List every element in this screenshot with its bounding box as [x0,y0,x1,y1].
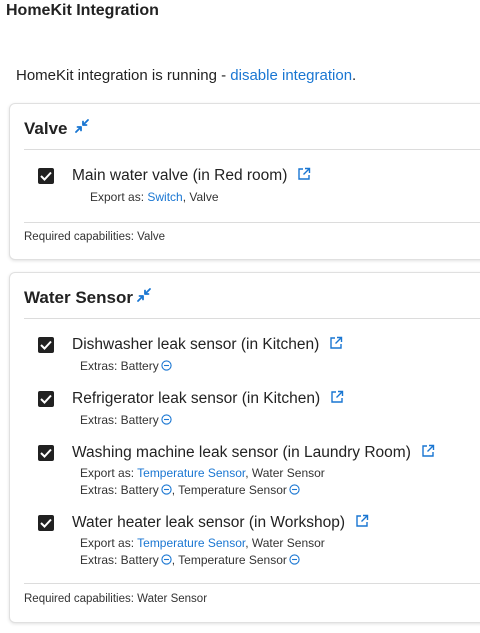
device-checkbox[interactable] [38,515,54,531]
device-item: Washing machine leak sensor (in Laundry … [38,444,478,498]
device-checkbox[interactable] [38,168,54,184]
check-icon [40,448,52,458]
external-link-icon[interactable] [355,514,369,528]
minus-circle-icon[interactable] [161,360,172,371]
device-name: Main water valve (in Red room) [72,167,288,184]
extras-label: Extras: Battery [80,359,159,373]
minus-circle-icon[interactable] [289,484,300,495]
required-capabilities: Required capabilities: Water Sensor [24,593,208,605]
collapse-arrows-icon[interactable] [74,118,90,134]
page-title: HomeKit Integration [6,2,159,19]
required-capabilities: Required capabilities: Valve [24,231,166,243]
export-as-row: Export as: Switch, Valve [90,190,219,204]
external-link-icon[interactable] [330,390,344,404]
extras-second: , Temperature Sensor [171,483,287,497]
device-item: Refrigerator leak sensor (in Kitchen) Ex… [38,390,478,427]
export-type-link[interactable]: Switch [147,190,182,204]
card-title-water-sensor: Water Sensor [24,288,133,307]
export-label: Export as: [90,190,148,204]
device-checkbox[interactable] [38,445,54,461]
collapse-arrows-icon[interactable] [136,287,152,303]
minus-circle-icon[interactable] [161,554,172,565]
device-item: Water heater leak sensor (in Workshop) E… [38,514,478,568]
divider [24,222,480,223]
valve-card: Valve Main water valve (in Red room) Exp… [9,103,480,260]
device-name: Water heater leak sensor (in Workshop) [72,514,346,531]
device-checkbox[interactable] [38,391,54,407]
integration-status: HomeKit integration is running - disable… [16,67,356,84]
minus-circle-icon[interactable] [161,414,172,425]
status-suffix: . [352,67,357,84]
divider [24,318,480,319]
export-as-row: Export as: Temperature Sensor, Water Sen… [80,466,325,480]
minus-circle-icon[interactable] [161,484,172,495]
device-name-row: Refrigerator leak sensor (in Kitchen) [72,390,344,408]
extras-label: Extras: Battery [80,483,159,497]
water-sensor-card: Water Sensor Dishwasher leak sensor (in … [9,272,480,623]
device-name: Refrigerator leak sensor (in Kitchen) [72,390,321,407]
device-name: Dishwasher leak sensor (in Kitchen) [72,336,320,353]
extras-row: Extras: Battery [80,413,172,427]
check-icon [40,394,52,404]
extras-label: Extras: Battery [80,553,159,567]
export-rest: , Valve [182,190,219,204]
device-name-row: Main water valve (in Red room) [72,167,311,185]
extras-row: Extras: Battery , Temperature Sensor [80,553,300,567]
export-as-row: Export as: Temperature Sensor, Water Sen… [80,536,325,550]
device-item: Main water valve (in Red room) Export as… [38,167,478,207]
export-label: Export as: [80,466,138,480]
export-type-link[interactable]: Temperature Sensor [137,466,245,480]
minus-circle-icon[interactable] [289,554,300,565]
external-link-icon[interactable] [297,167,311,181]
status-text: HomeKit integration is running - [16,67,231,84]
device-item: Dishwasher leak sensor (in Kitchen) Extr… [38,336,478,373]
export-rest: , Water Sensor [245,466,325,480]
device-name: Washing machine leak sensor (in Laundry … [72,444,411,461]
check-icon [40,340,52,350]
device-name-row: Dishwasher leak sensor (in Kitchen) [72,336,343,354]
extras-label: Extras: Battery [80,413,159,427]
extras-row: Extras: Battery , Temperature Sensor [80,483,300,497]
divider [24,149,480,150]
export-type-link[interactable]: Temperature Sensor [137,536,245,550]
export-label: Export as: [80,536,138,550]
external-link-icon[interactable] [329,336,343,350]
device-name-row: Water heater leak sensor (in Workshop) [72,514,369,532]
export-rest: , Water Sensor [245,536,325,550]
extras-row: Extras: Battery [80,359,172,373]
card-title-valve: Valve [24,119,68,138]
check-icon [40,518,52,528]
check-icon [40,171,52,181]
disable-integration-link[interactable]: disable integration [230,67,352,84]
extras-second: , Temperature Sensor [171,553,287,567]
device-name-row: Washing machine leak sensor (in Laundry … [72,444,435,462]
divider [24,583,480,584]
device-checkbox[interactable] [38,337,54,353]
external-link-icon[interactable] [421,444,435,458]
